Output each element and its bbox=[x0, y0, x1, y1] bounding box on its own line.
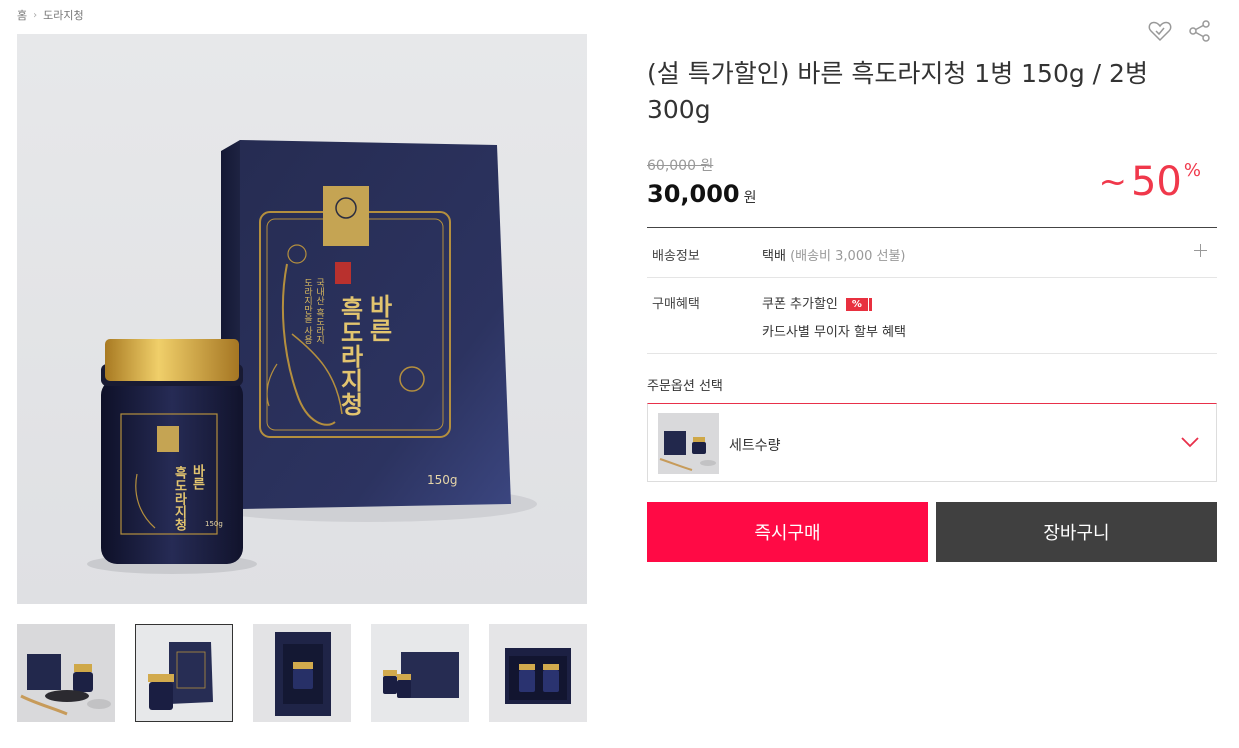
option-title: 주문옵션 선택 bbox=[647, 379, 723, 394]
breadcrumb: 홈 › 도라지청 bbox=[17, 7, 84, 23]
share-icon bbox=[1189, 20, 1210, 42]
breadcrumb-category[interactable]: 도라지청 bbox=[43, 7, 83, 23]
divider bbox=[647, 277, 1217, 278]
thumbnail-3-image bbox=[253, 624, 351, 722]
share-button[interactable] bbox=[1187, 18, 1213, 44]
thumbnail-5-image bbox=[489, 624, 587, 722]
original-price: 60,000 원 bbox=[647, 158, 714, 174]
add-to-cart-button[interactable]: 장바구니 bbox=[936, 502, 1217, 562]
wishlist-button[interactable] bbox=[1147, 18, 1173, 44]
thumbnail-strip bbox=[17, 624, 587, 722]
benefit-coupon: 쿠폰 추가할인% bbox=[762, 293, 872, 312]
box-title-line2: 흑도라지청 bbox=[336, 296, 365, 416]
thumbnail-1[interactable] bbox=[17, 624, 115, 722]
option-label: 세트수량 bbox=[729, 438, 781, 454]
jar-weight-label: 150g bbox=[205, 520, 223, 528]
option-select[interactable]: 세트수량 bbox=[647, 403, 1217, 482]
divider bbox=[647, 353, 1217, 354]
sale-price-currency: 원 bbox=[743, 190, 757, 206]
thumbnail-4-image bbox=[371, 624, 469, 722]
product-title: (설 특가할인) 바른 흑도라지청 1병 150g / 2병 300g bbox=[647, 59, 1148, 124]
benefit-coupon-text: 쿠폰 추가할인 bbox=[762, 297, 838, 312]
plus-icon[interactable] bbox=[1194, 244, 1207, 257]
discount-value: 50 bbox=[1130, 159, 1182, 205]
jar-title-line1: 바른 bbox=[190, 463, 205, 491]
chevron-down-icon bbox=[1181, 437, 1199, 448]
sale-price-value: 30,000 bbox=[647, 180, 740, 208]
product-actions bbox=[1147, 18, 1213, 44]
jar-title-line2: 흑도라지청 bbox=[172, 465, 187, 532]
breadcrumb-home[interactable]: 홈 bbox=[17, 7, 27, 23]
discount-rate: ~ 50 % bbox=[1098, 160, 1201, 204]
option-thumbnail-image bbox=[658, 413, 719, 474]
shipping-label: 배송정보 bbox=[652, 249, 700, 264]
shipping-fee: (배송비 3,000 선불) bbox=[790, 249, 906, 264]
buy-now-button[interactable]: 즉시구매 bbox=[647, 502, 928, 562]
breadcrumb-separator: › bbox=[33, 9, 38, 21]
sale-price: 30,000 원 bbox=[647, 180, 757, 208]
shipping-value: 택배 (배송비 3,000 선불) bbox=[762, 245, 906, 264]
option-thumbnail bbox=[658, 413, 719, 474]
discount-symbol: % bbox=[1183, 160, 1201, 181]
box-weight-label: 150g bbox=[427, 473, 458, 487]
box-subtitle-1: 국내산 흑도라지 bbox=[314, 278, 324, 345]
discount-prefix: ~ bbox=[1098, 162, 1127, 202]
thumbnail-1-image bbox=[17, 624, 115, 722]
thumbnail-3[interactable] bbox=[253, 624, 351, 722]
thumbnail-5[interactable] bbox=[489, 624, 587, 722]
divider bbox=[647, 227, 1217, 228]
heart-icon bbox=[1148, 21, 1172, 42]
box-title-line1: 바른 bbox=[365, 294, 394, 342]
thumbnail-4[interactable] bbox=[371, 624, 469, 722]
shipping-method: 택배 bbox=[762, 249, 786, 264]
thumbnail-2-image bbox=[135, 624, 233, 722]
coupon-badge[interactable]: % bbox=[845, 298, 872, 311]
product-photo: 바른 흑도라지청 국내산 흑도라지 도라지만을 사용 150g 바른 흑도라지청… bbox=[17, 34, 587, 604]
box-subtitle-2: 도라지만을 사용 bbox=[302, 278, 312, 344]
main-product-image: 바른 흑도라지청 국내산 흑도라지 도라지만을 사용 150g 바른 흑도라지청… bbox=[17, 34, 587, 604]
thumbnail-2[interactable] bbox=[135, 624, 233, 722]
benefit-card: 카드사별 무이자 할부 혜택 bbox=[762, 325, 906, 340]
benefit-label: 구매혜택 bbox=[652, 297, 700, 312]
